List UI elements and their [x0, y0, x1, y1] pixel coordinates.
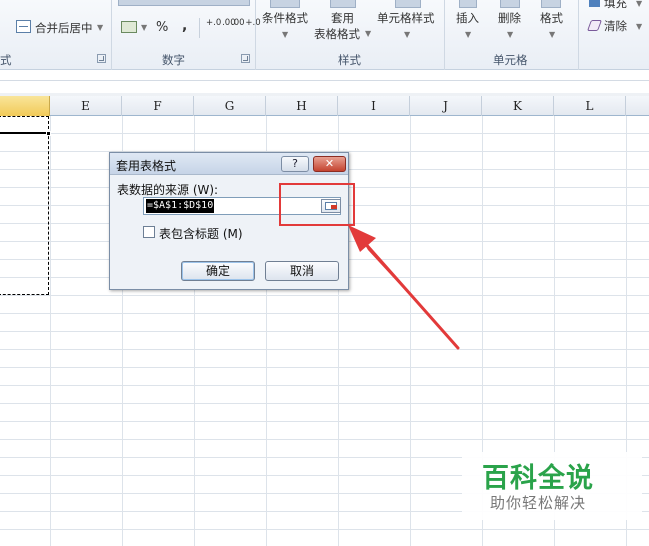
- increase-decimal-button[interactable]: +.0 .00: [206, 19, 236, 28]
- source-label: 表数据的来源 (W):: [117, 183, 219, 197]
- gridline: [0, 421, 649, 422]
- annotation-arrow-icon: [348, 225, 460, 350]
- format-as-table-button-line2[interactable]: 表格格式: [314, 26, 360, 42]
- gridline: [0, 529, 649, 530]
- clear-dropdown-icon[interactable]: ▼: [636, 22, 642, 31]
- gridline: [0, 331, 649, 332]
- format-as-table-button-line1[interactable]: 套用: [331, 10, 354, 26]
- merge-center-icon: [16, 20, 31, 33]
- selection-marquee: [0, 116, 49, 295]
- group-separator: [111, 0, 112, 70]
- format-as-table-icon[interactable]: [330, 0, 356, 8]
- dialog-title: 套用表格式: [116, 159, 177, 173]
- column-header[interactable]: E: [50, 96, 122, 116]
- conditional-format-icon[interactable]: [270, 0, 300, 8]
- ok-button[interactable]: 确定: [181, 261, 255, 281]
- cell-styles-icon[interactable]: [395, 0, 421, 8]
- column-header[interactable]: I: [338, 96, 410, 116]
- fill-icon[interactable]: [589, 0, 600, 7]
- group-cells-title: 单元格: [493, 53, 528, 67]
- delete-dropdown-icon[interactable]: ▼: [507, 30, 513, 39]
- accounting-dropdown-icon[interactable]: ▼: [141, 23, 147, 32]
- number-dialog-launcher-icon[interactable]: [241, 54, 250, 63]
- delete-button[interactable]: 删除: [498, 10, 521, 26]
- accounting-format-icon[interactable]: [121, 21, 137, 33]
- column-header[interactable]: L: [554, 96, 626, 116]
- gridline: [0, 133, 649, 134]
- divider: [0, 80, 649, 81]
- merge-center-dropdown-icon[interactable]: ▼: [97, 23, 103, 32]
- gridline: [0, 403, 649, 404]
- header-checkbox-label[interactable]: 表包含标题 (M): [159, 225, 243, 242]
- insert-dropdown-icon[interactable]: ▼: [465, 30, 471, 39]
- gridline: [0, 349, 649, 350]
- format-dropdown-icon[interactable]: ▼: [549, 30, 555, 39]
- cell-styles-dropdown-icon[interactable]: ▼: [404, 30, 410, 39]
- group-number-title: 数字: [162, 53, 185, 67]
- group-alignment-title: 式: [0, 53, 12, 67]
- conditional-format-dropdown-icon[interactable]: ▼: [282, 30, 288, 39]
- watermark-subtitle: 助你轻松解决: [490, 494, 587, 512]
- header-checkbox[interactable]: [143, 226, 155, 238]
- watermark-title: 百科全说: [482, 463, 594, 494]
- format-button[interactable]: 格式: [540, 10, 563, 26]
- percent-style-button[interactable]: %: [156, 20, 168, 35]
- group-styles-title: 样式: [338, 53, 361, 67]
- insert-button[interactable]: 插入: [456, 10, 479, 26]
- eraser-icon[interactable]: [586, 20, 603, 31]
- gridline: [0, 313, 649, 314]
- cancel-button[interactable]: 取消: [265, 261, 339, 281]
- clear-button[interactable]: 清除: [604, 18, 627, 34]
- column-headers: E F G H I J K L: [0, 96, 649, 116]
- column-header[interactable]: H: [266, 96, 338, 116]
- comma-style-button[interactable]: ,: [182, 18, 187, 34]
- column-header[interactable]: [626, 96, 649, 116]
- cell-styles-button[interactable]: 单元格样式: [377, 10, 435, 26]
- insert-icon[interactable]: [459, 0, 477, 8]
- gridline: [0, 367, 649, 368]
- column-header[interactable]: K: [482, 96, 554, 116]
- gridline: [0, 385, 649, 386]
- ribbon: 合并后居中 ▼ 式 ▼ % , +.0 .00 .00 +.0 数字 条件格式 …: [0, 0, 649, 70]
- fill-handle[interactable]: [46, 131, 51, 136]
- merge-center-button[interactable]: 合并后居中: [35, 20, 93, 36]
- range-value[interactable]: =$A$1:$D$10: [146, 199, 215, 213]
- column-header[interactable]: J: [410, 96, 482, 116]
- help-button[interactable]: ?: [281, 156, 309, 172]
- dialog-title-bar[interactable]: 套用表格式 ? ✕: [110, 153, 348, 175]
- number-format-box[interactable]: [118, 0, 250, 6]
- column-header[interactable]: F: [122, 96, 194, 116]
- close-button[interactable]: ✕: [313, 156, 346, 172]
- decrease-decimal-button[interactable]: .00 +.0: [231, 19, 261, 28]
- column-header-selected[interactable]: [0, 96, 50, 116]
- fill-button[interactable]: 填充: [604, 0, 627, 11]
- gridline: [0, 439, 649, 440]
- gridline: [0, 295, 649, 296]
- fill-dropdown-icon[interactable]: ▼: [636, 0, 642, 8]
- conditional-format-button[interactable]: 条件格式: [262, 10, 308, 26]
- format-icon[interactable]: [541, 0, 561, 8]
- group-separator: [578, 0, 579, 70]
- divider: [199, 18, 200, 38]
- column-header[interactable]: G: [194, 96, 266, 116]
- active-cell-border: [0, 132, 50, 134]
- group-separator: [444, 0, 445, 70]
- alignment-dialog-launcher-icon[interactable]: [97, 54, 106, 63]
- format-as-table-dropdown-icon[interactable]: ▼: [365, 29, 371, 38]
- group-separator: [255, 0, 256, 70]
- delete-icon[interactable]: [500, 0, 520, 8]
- watermark-logo: 百科全说 助你轻松解决: [462, 452, 642, 520]
